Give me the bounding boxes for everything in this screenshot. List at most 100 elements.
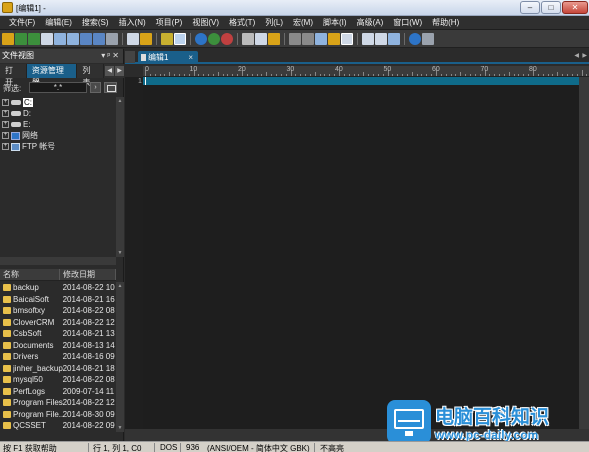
- print-icon[interactable]: [106, 32, 118, 45]
- tab-list[interactable]: 列表: [77, 64, 105, 87]
- open-folder-icon[interactable]: [67, 32, 79, 45]
- find-in-files-icon[interactable]: [315, 32, 327, 45]
- paste-icon[interactable]: [268, 32, 280, 45]
- replace-icon[interactable]: [328, 32, 340, 45]
- web-icon[interactable]: [409, 32, 421, 45]
- menu-window[interactable]: 窗口(W): [388, 17, 427, 28]
- panel-close-icon[interactable]: ✕: [112, 51, 121, 60]
- menu-insert[interactable]: 插入(N): [114, 17, 151, 28]
- column-modified[interactable]: 修改日期: [60, 269, 116, 280]
- open-icon[interactable]: [54, 32, 66, 45]
- split-vertical-icon[interactable]: [375, 32, 387, 45]
- tab-edit1[interactable]: 编辑1 ×: [138, 51, 198, 64]
- file-list-item[interactable]: Program File... 2014-08-30 09: [0, 409, 116, 421]
- menu-search[interactable]: 搜索(S): [77, 17, 114, 28]
- column-name[interactable]: 名称: [0, 269, 60, 280]
- menu-advanced[interactable]: 高级(A): [352, 17, 389, 28]
- save-all-icon[interactable]: [93, 32, 105, 45]
- maximize-button[interactable]: □: [541, 1, 561, 14]
- scroll-down-icon[interactable]: ▼: [116, 424, 124, 432]
- file-list-item[interactable]: CloverCRM 2014-08-22 12: [0, 317, 116, 329]
- run-icon[interactable]: [208, 32, 220, 45]
- scroll-up-icon[interactable]: ▲: [116, 282, 124, 290]
- split-horizontal-icon[interactable]: [362, 32, 374, 45]
- menu-edit[interactable]: 编辑(E): [40, 17, 77, 28]
- tab-scroll-left-icon[interactable]: ◀: [105, 66, 115, 76]
- menu-macro[interactable]: 宏(M): [288, 17, 318, 28]
- copy-icon[interactable]: [255, 32, 267, 45]
- ruler-tick: [440, 74, 442, 76]
- menu-column[interactable]: 列(L): [260, 17, 288, 28]
- file-list-item[interactable]: CsbSoft 2014-08-21 13: [0, 328, 116, 340]
- expand-icon[interactable]: +: [2, 121, 9, 128]
- file-list-item[interactable]: backup 2014-08-22 10: [0, 282, 116, 294]
- ruler-tick: [537, 74, 539, 76]
- tree-horizontal-scrollbar[interactable]: [0, 257, 116, 265]
- document-icon[interactable]: [127, 32, 139, 45]
- window-title: [编辑1] -: [16, 4, 46, 13]
- tree-item-network[interactable]: + 网络: [2, 130, 38, 141]
- ruler-tick: [309, 74, 311, 76]
- menu-view[interactable]: 视图(V): [187, 17, 224, 28]
- expand-icon[interactable]: +: [2, 110, 9, 117]
- tab-explorer[interactable]: 资源管理器: [26, 64, 78, 87]
- settings-icon[interactable]: [422, 32, 434, 45]
- file-list-item[interactable]: mysql50 2014-08-22 08: [0, 374, 116, 386]
- tree-item-d[interactable]: + D:: [2, 108, 31, 119]
- tree-scrollbar[interactable]: ▲ ▼: [116, 97, 124, 257]
- folder-browse-icon[interactable]: [104, 82, 117, 93]
- panel-tabs: 打开 资源管理器 列表 ◀ ▶: [0, 64, 125, 87]
- menu-format[interactable]: 格式(T): [224, 17, 260, 28]
- file-list-item[interactable]: Program Files 2014-08-22 12: [0, 397, 116, 409]
- find-icon[interactable]: [289, 32, 301, 45]
- filter-input[interactable]: [29, 82, 87, 93]
- menu-file[interactable]: 文件(F): [4, 17, 40, 28]
- find-next-icon[interactable]: [302, 32, 314, 45]
- new-icon[interactable]: [41, 32, 53, 45]
- tile-icon[interactable]: [388, 32, 400, 45]
- tab-list-icon[interactable]: [125, 51, 135, 63]
- filter-apply-icon[interactable]: ›: [90, 82, 101, 93]
- tree-item-e[interactable]: + E:: [2, 119, 31, 130]
- tree-item-ftp[interactable]: + FTP 帐号: [2, 141, 55, 152]
- file-list-item[interactable]: QCSSET 2014-08-22 09: [0, 420, 116, 432]
- expand-icon[interactable]: +: [2, 143, 9, 150]
- editor-scrollbar[interactable]: [579, 77, 589, 429]
- cut-icon[interactable]: [242, 32, 254, 45]
- file-list-scrollbar[interactable]: ▲ ▼: [116, 282, 124, 432]
- expand-icon[interactable]: +: [2, 99, 9, 106]
- minimize-button[interactable]: –: [520, 1, 540, 14]
- scroll-down-icon[interactable]: ▼: [116, 249, 124, 257]
- stop-icon[interactable]: [221, 32, 233, 45]
- file-list-item[interactable]: jinher_backup 2014-08-21 18: [0, 363, 116, 375]
- wrap-icon[interactable]: [174, 32, 186, 45]
- toolbar-separator: [357, 32, 358, 45]
- tab-scroll-right-icon[interactable]: ▶: [115, 66, 125, 76]
- bookmark-icon[interactable]: [341, 32, 353, 45]
- tree-item-c[interactable]: + C:: [2, 97, 33, 108]
- forward-icon[interactable]: [28, 32, 40, 45]
- save-icon[interactable]: [80, 32, 92, 45]
- file-list-item[interactable]: BaicaiSoft 2014-08-21 16: [0, 294, 116, 306]
- browser-icon[interactable]: [195, 32, 207, 45]
- scroll-up-icon[interactable]: ▲: [116, 97, 124, 105]
- tab-close-icon[interactable]: ×: [188, 51, 193, 64]
- page-icon[interactable]: [140, 32, 152, 45]
- file-list-item[interactable]: bmsoftxy 2014-08-22 08: [0, 305, 116, 317]
- file-list-item[interactable]: PerfLogs 2009-07-14 11: [0, 386, 116, 398]
- back-icon[interactable]: [15, 32, 27, 45]
- expand-icon[interactable]: +: [2, 132, 9, 139]
- new-file-icon[interactable]: [2, 32, 14, 45]
- tab-open[interactable]: 打开: [0, 64, 27, 87]
- close-button[interactable]: ✕: [562, 1, 588, 14]
- file-list-item[interactable]: Drivers 2014-08-16 09: [0, 351, 116, 363]
- menu-project[interactable]: 项目(P): [151, 17, 188, 28]
- toolbar-separator: [404, 32, 405, 45]
- tabs-scroll-left-icon[interactable]: ◀: [574, 52, 579, 59]
- menu-help[interactable]: 帮助(H): [427, 17, 464, 28]
- column-mode-icon[interactable]: [161, 32, 173, 45]
- menu-script[interactable]: 脚本(I): [318, 17, 352, 28]
- text-editor[interactable]: [143, 77, 579, 429]
- file-list-item[interactable]: Documents 2014-08-13 14: [0, 340, 116, 352]
- tabs-scroll-right-icon[interactable]: ▶: [582, 52, 587, 59]
